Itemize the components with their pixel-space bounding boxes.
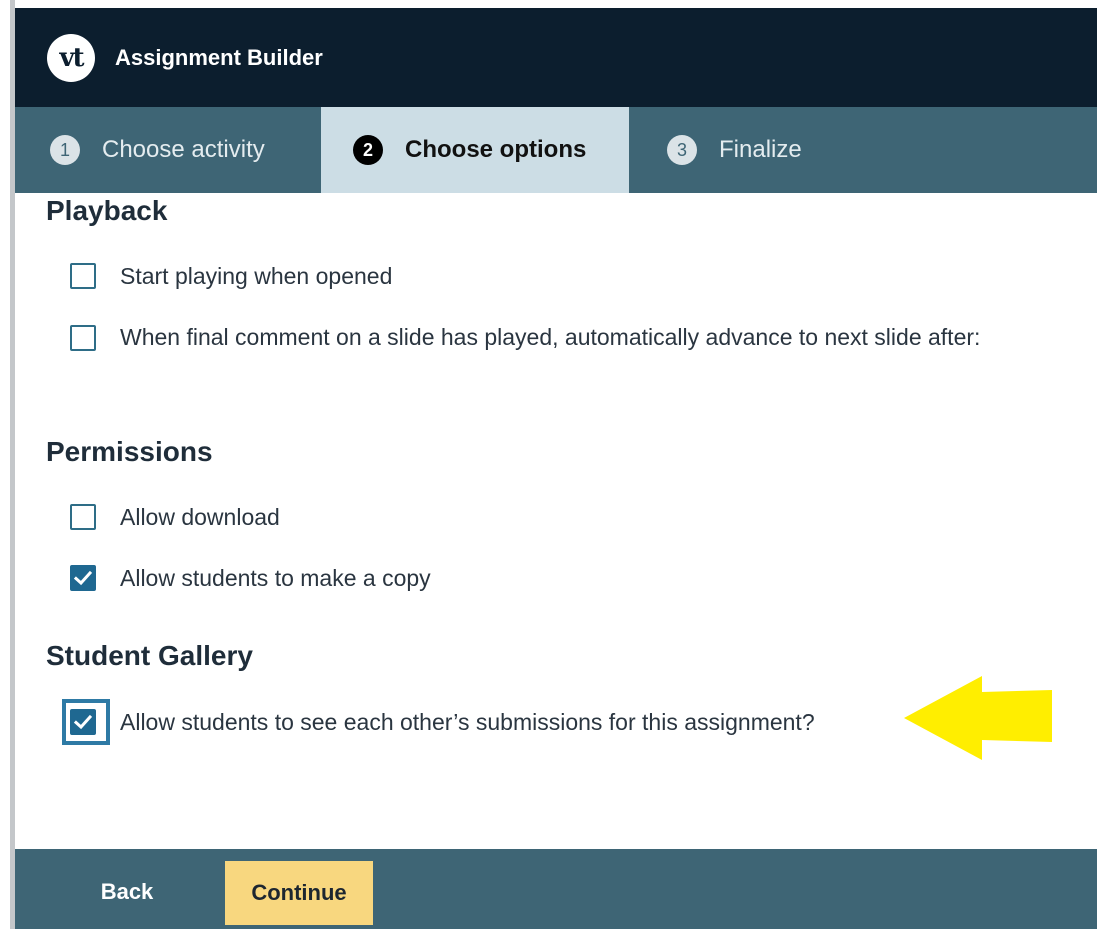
step-number-badge: 3 <box>667 135 697 165</box>
checkmark-icon <box>73 714 93 730</box>
footer-bar: Back Continue <box>15 849 1097 929</box>
step-tab-finalize[interactable]: 3 Finalize <box>629 107 802 193</box>
option-label: Allow students to make a copy <box>120 565 431 591</box>
option-start-playing: Start playing when opened <box>70 259 392 293</box>
step-number-badge: 2 <box>353 135 383 165</box>
allow-download-checkbox[interactable] <box>70 504 96 530</box>
app-title: Assignment Builder <box>115 44 323 70</box>
section-heading-playback: Playback <box>46 195 168 226</box>
start-playing-checkbox[interactable] <box>70 263 96 289</box>
option-allow-download: Allow download <box>70 500 280 534</box>
section-heading-student-gallery: Student Gallery <box>46 640 253 671</box>
app-header: vt Assignment Builder <box>15 8 1097 107</box>
assignment-builder-window: vt Assignment Builder 1 Choose activity … <box>0 0 1097 929</box>
option-see-submissions: Allow students to see each other’s submi… <box>70 705 815 739</box>
vt-logo-icon: vt <box>47 33 95 82</box>
option-label: When final comment on a slide has played… <box>120 324 981 350</box>
step-tabs: 1 Choose activity 2 Choose options 3 Fin… <box>15 107 1097 193</box>
step-label: Choose activity <box>102 136 265 163</box>
step-number-badge: 1 <box>50 135 80 165</box>
option-auto-advance: When final comment on a slide has played… <box>70 320 1030 354</box>
yellow-arrow-left-icon <box>904 676 1052 760</box>
option-label: Start playing when opened <box>120 263 393 289</box>
step-tab-choose-options[interactable]: 2 Choose options <box>321 107 629 193</box>
checkmark-icon <box>73 570 93 586</box>
step-label: Finalize <box>719 136 802 163</box>
see-submissions-checkbox[interactable] <box>70 709 96 735</box>
option-allow-copy: Allow students to make a copy <box>70 561 431 595</box>
allow-copy-checkbox[interactable] <box>70 565 96 591</box>
continue-button[interactable]: Continue <box>225 861 373 925</box>
auto-advance-checkbox[interactable] <box>70 325 96 351</box>
option-label: Allow students to see each other’s submi… <box>120 709 815 735</box>
back-button[interactable]: Back <box>77 863 177 921</box>
step-label: Choose options <box>405 136 587 163</box>
section-heading-permissions: Permissions <box>46 436 213 467</box>
option-label: Allow download <box>120 504 280 530</box>
step-tab-choose-activity[interactable]: 1 Choose activity <box>15 107 321 193</box>
